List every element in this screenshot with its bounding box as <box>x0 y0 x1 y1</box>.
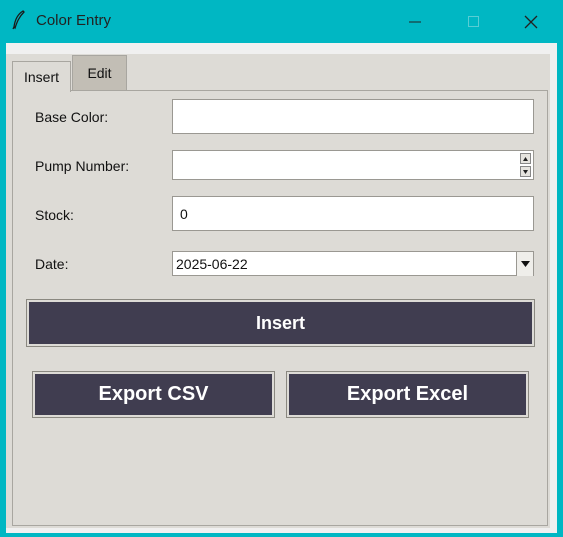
insert-button[interactable]: Insert <box>26 299 535 347</box>
pump-number-label: Pump Number: <box>35 158 130 174</box>
date-picker[interactable]: 2025-06-22 <box>172 251 534 276</box>
base-color-field[interactable] <box>172 99 534 134</box>
tab-insert[interactable]: Insert <box>12 61 71 92</box>
feather-icon <box>11 10 27 30</box>
pump-number-spinbox[interactable] <box>172 150 534 180</box>
date-dropdown-button[interactable] <box>516 252 533 276</box>
date-label: Date: <box>35 256 69 272</box>
title-bar[interactable]: Color Entry <box>0 0 563 43</box>
export-csv-button[interactable]: Export CSV <box>32 371 275 418</box>
window-title: Color Entry <box>36 12 112 29</box>
spin-down-button[interactable] <box>520 166 531 177</box>
minimize-icon <box>409 21 421 22</box>
stock-label: Stock: <box>35 207 74 223</box>
close-icon <box>524 15 538 28</box>
chevron-down-icon <box>520 261 530 267</box>
arrow-up-icon <box>523 156 528 161</box>
base-color-label: Base Color: <box>35 109 109 125</box>
minimize-button[interactable] <box>386 0 444 43</box>
date-value: 2025-06-22 <box>176 255 248 272</box>
arrow-down-icon <box>523 169 528 174</box>
maximize-button[interactable] <box>444 0 502 43</box>
maximize-icon <box>467 16 479 27</box>
tab-edit[interactable]: Edit <box>72 55 127 90</box>
close-button[interactable] <box>502 0 560 43</box>
spin-up-button[interactable] <box>520 153 531 164</box>
stock-field[interactable]: 0 <box>172 196 534 231</box>
export-excel-button[interactable]: Export Excel <box>286 371 529 418</box>
stock-value: 0 <box>180 205 188 222</box>
